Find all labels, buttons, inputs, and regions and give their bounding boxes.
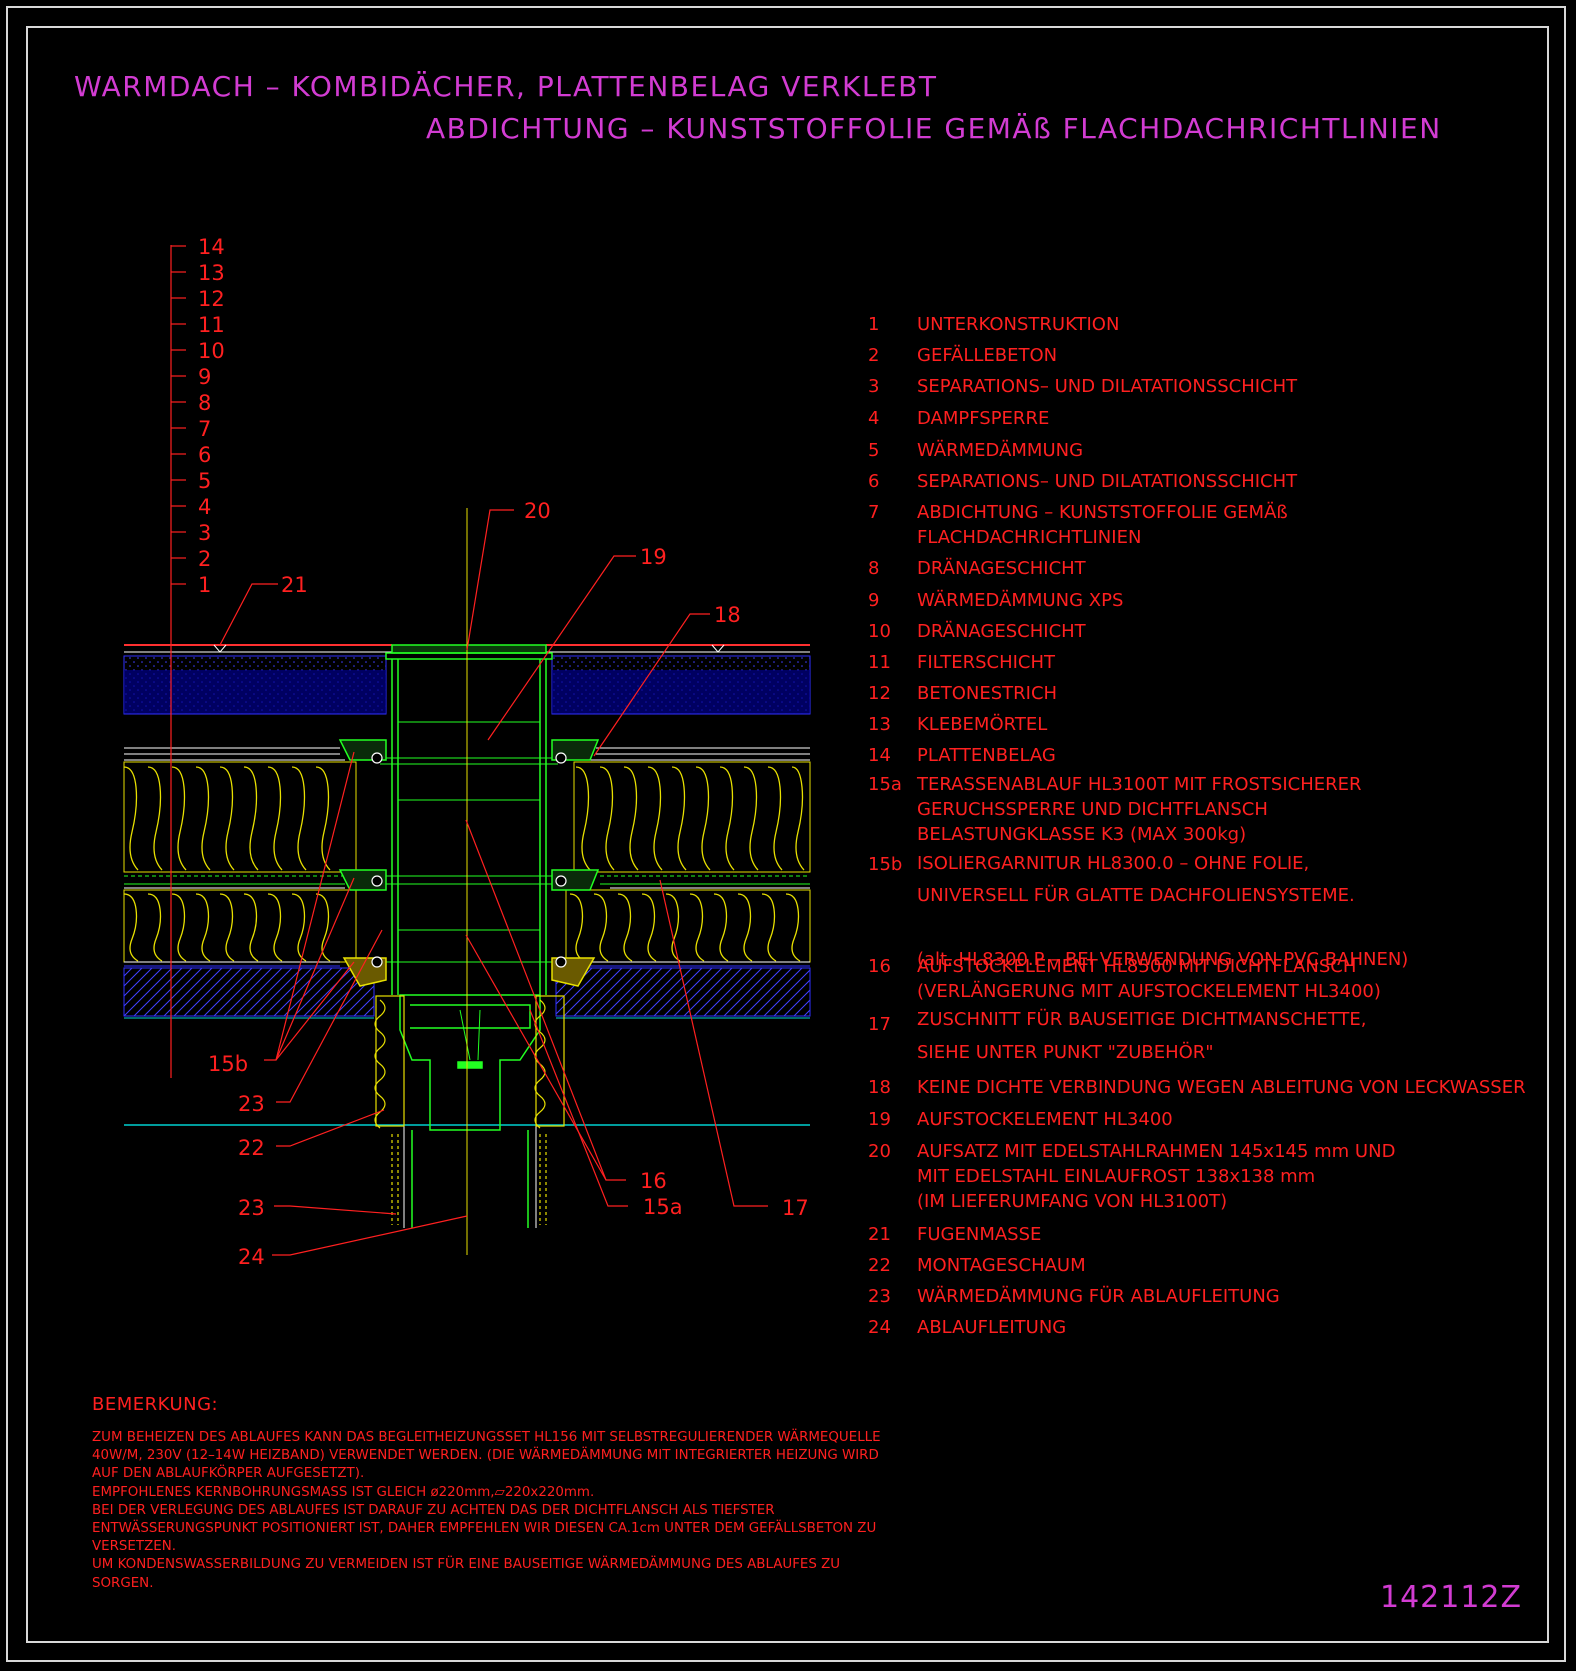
callout-21: 21 — [281, 573, 308, 597]
callout-16: 16 — [640, 1169, 667, 1193]
scale-label-2: 2 — [198, 547, 211, 571]
scale-label-6: 6 — [198, 443, 211, 467]
remark-line: ENTWÄSSERUNGSPUNKT POSITIONIERT IST, DAH… — [92, 1521, 877, 1537]
scale-label-13: 13 — [198, 261, 225, 285]
callout-24: 24 — [238, 1245, 265, 1269]
callout-22: 22 — [238, 1136, 265, 1160]
remark-block: BEMERKUNG: ZUM BEHEIZEN DES ABLAUFES KAN… — [92, 1394, 942, 1593]
remark-line: VERSETZEN. — [92, 1539, 176, 1555]
callout-17: 17 — [782, 1196, 809, 1220]
callout-20: 20 — [524, 499, 551, 523]
scale-label-11: 11 — [198, 313, 225, 337]
leader-lines — [219, 509, 768, 1256]
callout-15a: 15a — [643, 1195, 683, 1219]
remark-heading: BEMERKUNG: — [92, 1394, 219, 1415]
scale-label-1: 1 — [198, 573, 211, 597]
scale-label-5: 5 — [198, 469, 211, 493]
remark-line: EMPFOHLENES KERNBOHRUNGSMASS IST GLEICH … — [92, 1484, 595, 1500]
callout-23-upper: 23 — [238, 1092, 265, 1116]
drawing-code: 142112Z — [1380, 1580, 1523, 1615]
remark-line: UM KONDENSWASSERBILDUNG ZU VERMEIDEN IST… — [92, 1557, 841, 1573]
scale-label-10: 10 — [198, 339, 225, 363]
scale-label-8: 8 — [198, 391, 211, 415]
remark-line: BEI DER VERLEGUNG DES ABLAUFES IST DARAU… — [92, 1502, 775, 1518]
remark-line: SORGEN. — [92, 1575, 154, 1591]
scale-label-12: 12 — [198, 287, 225, 311]
scale-label-14: 14 — [198, 235, 225, 259]
remark-line: AUF DEN ABLAUFKÖRPER AUFGESETZT). — [92, 1466, 365, 1482]
callout-15b: 15b — [208, 1052, 248, 1076]
remark-line: ZUM BEHEIZEN DES ABLAUFES KANN DAS BEGLE… — [92, 1430, 881, 1445]
layer-scale-labels: 14 13 12 11 10 9 8 7 6 5 4 3 2 1 — [198, 235, 225, 597]
scale-label-9: 9 — [198, 365, 211, 389]
remark-line: 40W/M, 230V (12–14W HEIZBAND) VERWENDET … — [92, 1448, 879, 1464]
callout-19: 19 — [640, 545, 667, 569]
scale-label-7: 7 — [198, 417, 211, 441]
scale-label-4: 4 — [198, 495, 211, 519]
scale-label-3: 3 — [198, 521, 211, 545]
callout-23-lower: 23 — [238, 1196, 265, 1220]
callout-18: 18 — [714, 603, 741, 627]
